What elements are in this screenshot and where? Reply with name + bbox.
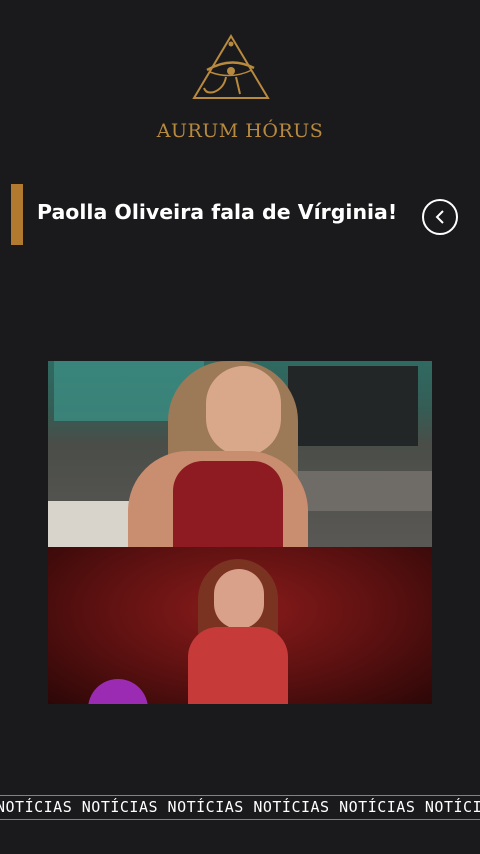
channel-badge-icon xyxy=(88,679,148,704)
ticker-text: NOTÍCIAS NOTÍCIAS NOTÍCIAS NOTÍCIAS NOTÍ… xyxy=(0,798,480,816)
title-accent-bar xyxy=(11,184,23,245)
chevron-left-icon xyxy=(435,210,444,224)
news-ticker: NOTÍCIAS NOTÍCIAS NOTÍCIAS NOTÍCIAS NOTÍ… xyxy=(0,795,480,820)
back-button[interactable] xyxy=(422,199,458,235)
video-player[interactable] xyxy=(48,361,432,704)
aurum-horus-logo xyxy=(192,34,270,99)
brand-name: AURUM HÓRUS xyxy=(156,120,324,142)
video-frame-performer xyxy=(48,547,432,704)
video-frame-interview xyxy=(48,361,432,547)
page-title: Paolla Oliveira fala de Vírginia! xyxy=(37,200,398,224)
